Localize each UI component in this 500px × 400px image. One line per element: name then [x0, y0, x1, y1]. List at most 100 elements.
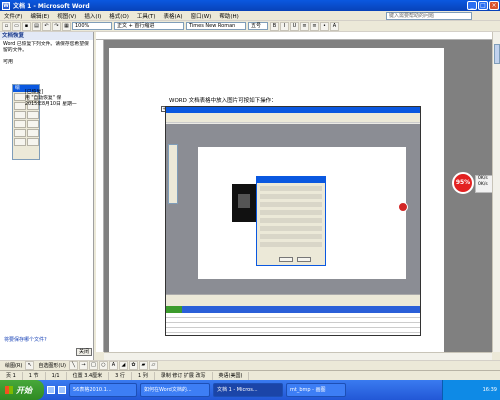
- open-icon[interactable]: ▭: [12, 21, 21, 31]
- dash-tool-icon[interactable]: [27, 138, 39, 146]
- title-bar: W 文档 1 - Microsoft Word _ □ ×: [0, 0, 500, 11]
- windows-flag-icon: [5, 386, 13, 394]
- taskbar-item-2[interactable]: 如何在Word文档的...: [140, 383, 210, 397]
- textbox-icon[interactable]: A: [108, 361, 118, 370]
- oval-icon[interactable]: ○: [98, 361, 108, 370]
- horizontal-ruler[interactable]: [96, 32, 492, 40]
- vertical-scrollbar[interactable]: [492, 32, 500, 352]
- window-title: 文档 1 - Microsoft Word: [13, 3, 90, 10]
- status-column: 1 列: [132, 371, 155, 380]
- align-center-icon[interactable]: ≡: [310, 21, 319, 31]
- embedded-screenshot-image[interactable]: [165, 106, 421, 336]
- line-icon[interactable]: ╲: [68, 361, 78, 370]
- taskbar-item-3[interactable]: 文档 1 - Micros...: [213, 383, 283, 397]
- table-icon[interactable]: ▦: [62, 21, 71, 31]
- document-body-text[interactable]: WORD 文档表格中放入图片可按如下操作：: [169, 96, 277, 104]
- underline-icon[interactable]: U: [290, 21, 299, 31]
- word-app-icon: W: [2, 1, 10, 10]
- fill-tool-icon[interactable]: [27, 111, 39, 119]
- recovered-file-item[interactable]: [已恢复] 用 "自动恢复" 保 2015年8月10日 星期一: [25, 90, 77, 108]
- status-language: 英语(美国): [213, 371, 250, 380]
- menu-help[interactable]: 帮助(H): [215, 12, 242, 20]
- scroll-thumb[interactable]: [494, 44, 500, 64]
- taskbar-item-1[interactable]: 56表格2010.1...: [69, 383, 137, 397]
- autoshapes-button[interactable]: 自选图形(U): [38, 362, 66, 369]
- bullets-icon[interactable]: •: [320, 21, 329, 31]
- print-icon[interactable]: ▤: [32, 21, 41, 31]
- wordart-icon[interactable]: ◢: [118, 361, 128, 370]
- pane-close-button[interactable]: 关闭: [76, 348, 92, 356]
- vertical-ruler[interactable]: [96, 40, 104, 352]
- menu-tools[interactable]: 工具(T): [133, 12, 160, 20]
- status-page: 页 1: [0, 371, 23, 380]
- color-tool-icon[interactable]: [14, 138, 26, 146]
- zoom-select[interactable]: 100%: [72, 22, 112, 30]
- status-position: 位置 3.4厘米: [67, 371, 110, 380]
- save-icon[interactable]: ▪: [22, 21, 31, 31]
- taskbar-item-4[interactable]: mt_bmp - 画图: [286, 383, 346, 397]
- embedded-floating-toolbar: [168, 144, 178, 204]
- start-label: 开始: [16, 385, 32, 395]
- draw-menu-button[interactable]: 绘图(R): [5, 362, 22, 369]
- embedded-table-rows: [166, 313, 420, 335]
- undo-icon[interactable]: ↶: [42, 21, 51, 31]
- menu-format[interactable]: 格式(O): [105, 12, 133, 20]
- system-tray: 16:39: [442, 380, 500, 400]
- red-status-badge[interactable]: [398, 202, 408, 212]
- minimize-button[interactable]: _: [467, 1, 477, 10]
- status-bar: 页 1 1 节 1/1 位置 3.4厘米 3 行 1 列 录制 修订 扩展 改写…: [0, 370, 500, 380]
- shadow-tool-icon[interactable]: [14, 129, 26, 137]
- menu-insert[interactable]: 插入(I): [80, 12, 105, 20]
- quicklaunch-desktop-icon[interactable]: [58, 386, 66, 394]
- picture-tool-icon[interactable]: [27, 120, 39, 128]
- menu-table[interactable]: 表格(A): [160, 12, 187, 20]
- menu-file[interactable]: 文件(F): [0, 12, 26, 20]
- menu-window[interactable]: 窗口(W): [187, 12, 216, 20]
- network-speed-badge[interactable]: 95%: [452, 172, 474, 194]
- horizontal-scrollbar[interactable]: [104, 352, 492, 360]
- embedded-doc-background: [166, 124, 420, 294]
- maximize-button[interactable]: □: [478, 1, 488, 10]
- status-section: 1 节: [23, 371, 46, 380]
- pane-description: Word 已恢复下列文件。请保存您希望保留的文件。: [3, 42, 89, 53]
- menu-edit[interactable]: 编辑(E): [26, 12, 53, 20]
- 3d-tool-icon[interactable]: [27, 129, 39, 137]
- arrow-tool-icon[interactable]: [14, 120, 26, 128]
- status-pages: 1/1: [46, 371, 67, 380]
- italic-icon[interactable]: I: [280, 21, 289, 31]
- clock[interactable]: 16:39: [483, 387, 497, 393]
- font-color-icon[interactable]: A: [330, 21, 339, 31]
- clipart-icon[interactable]: ✿: [128, 361, 138, 370]
- new-document-icon[interactable]: ▫: [2, 21, 11, 31]
- align-left-icon[interactable]: ≡: [300, 21, 309, 31]
- menu-view[interactable]: 视图(V): [53, 12, 80, 20]
- status-line: 3 行: [109, 371, 132, 380]
- start-button[interactable]: 开始: [0, 380, 44, 400]
- bold-icon[interactable]: B: [270, 21, 279, 31]
- style-select[interactable]: 正文 + 首行缩进: [114, 22, 184, 30]
- menu-bar: 文件(F) 编辑(E) 视图(V) 插入(I) 格式(O) 工具(T) 表格(A…: [0, 11, 500, 21]
- embedded-photo: [232, 184, 256, 222]
- help-search-input[interactable]: 键入需要帮助的问题: [386, 12, 472, 20]
- rectangle-icon[interactable]: □: [88, 361, 98, 370]
- text-tool-icon[interactable]: [14, 111, 26, 119]
- embedded-taskbar: [166, 306, 420, 313]
- close-button[interactable]: ×: [489, 1, 499, 10]
- embedded-toolbar: [166, 118, 420, 123]
- available-files-label: 可用: [3, 59, 14, 65]
- document-area[interactable]: WORD 文档表格中放入图片可按如下操作： +: [104, 40, 492, 352]
- font-select[interactable]: Times New Roman: [186, 22, 246, 30]
- quicklaunch-ie-icon[interactable]: [47, 386, 55, 394]
- status-flags: 录制 修订 扩展 改写: [155, 371, 213, 380]
- font-size-select[interactable]: 五号: [248, 22, 268, 30]
- recovered-date: 2015年8月10日 星期一: [25, 102, 77, 107]
- line-color-icon[interactable]: ▱: [148, 361, 158, 370]
- which-files-link[interactable]: 将要保存哪个文件?: [4, 336, 47, 343]
- arrow-icon[interactable]: →: [78, 361, 88, 370]
- fill-color-icon[interactable]: ▰: [138, 361, 148, 370]
- select-objects-icon[interactable]: ↖: [25, 361, 35, 370]
- pane-title: 文档恢复: [0, 32, 93, 40]
- document-recovery-pane: 文档恢复 Word 已恢复下列文件。请保存您希望保留的文件。 可用 绘 [已恢复…: [0, 32, 94, 360]
- embedded-status-bar: [166, 294, 420, 306]
- redo-icon[interactable]: ↷: [52, 21, 61, 31]
